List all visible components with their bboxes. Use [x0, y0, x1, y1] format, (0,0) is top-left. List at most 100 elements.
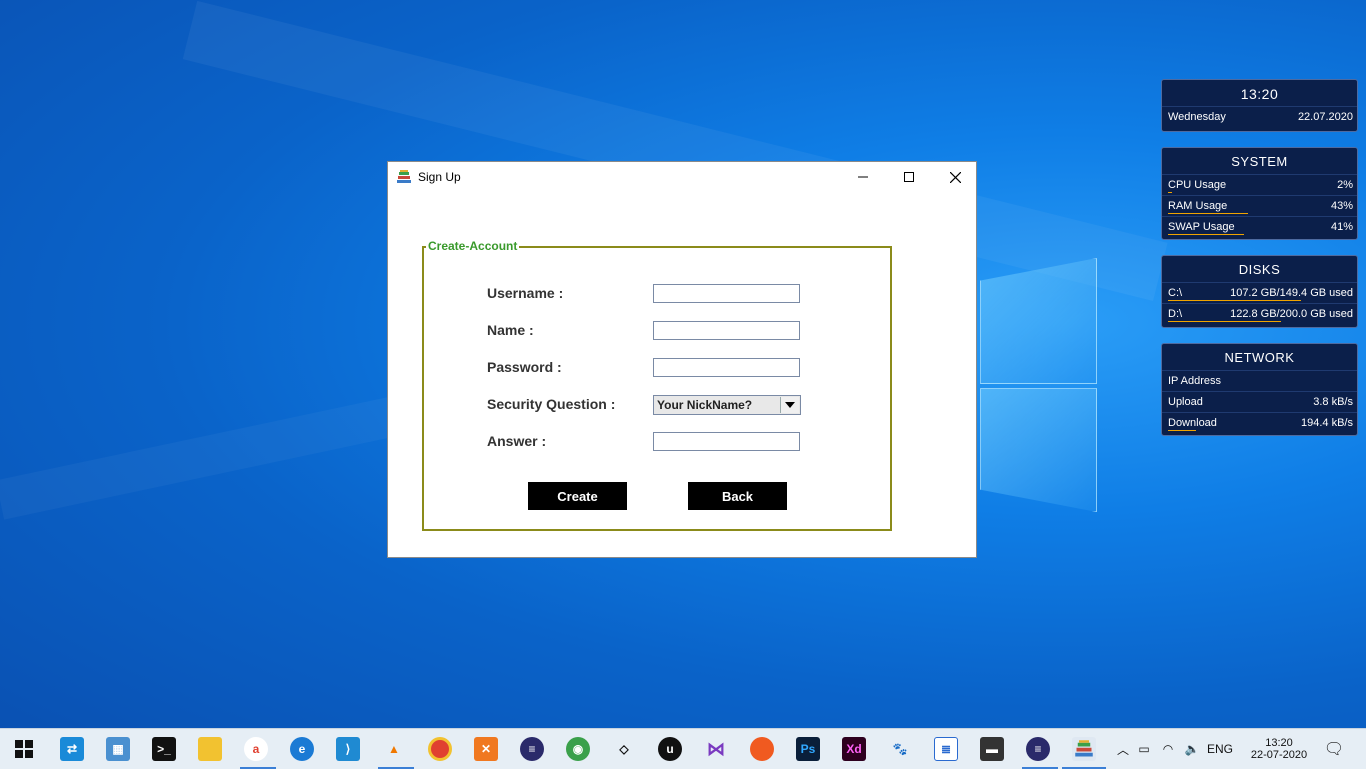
dropdown-arrow-icon[interactable]: [780, 397, 799, 413]
clock-day: Wednesday: [1168, 111, 1226, 123]
wifi-icon[interactable]: ◠: [1156, 742, 1180, 756]
disk-c-value: 107.2 GB/149.4 GB used: [1230, 287, 1353, 299]
system-tray: ︿ ▭ ◠ 🔈 ENG: [1114, 729, 1236, 769]
office-icon[interactable]: a: [244, 737, 268, 761]
terminal-icon[interactable]: >_: [152, 737, 176, 761]
windows-logo-pane-bottom: [980, 388, 1097, 512]
disks-title: DISKS: [1238, 262, 1281, 277]
window-title: Sign Up: [418, 170, 461, 184]
clock-gadget: 13:20 Wednesday 22.07.2020: [1161, 79, 1358, 132]
group-legend: Create-Account: [426, 239, 520, 253]
books-app-taskbar-icon[interactable]: [1072, 737, 1096, 761]
maximize-button[interactable]: [886, 162, 932, 192]
unreal-icon[interactable]: u: [658, 737, 682, 761]
taskbar: ⇄ ▦ >_ a e ⟩ ▲ ✕ ≡ ◉ ◇ u ⋈ Ps Xd 🐾 ≣ ▬ ≡…: [0, 728, 1366, 769]
eclipse-2-icon[interactable]: ≡: [1026, 737, 1050, 761]
username-label: Username :: [487, 285, 564, 301]
android-studio-icon[interactable]: ◉: [566, 737, 590, 761]
ram-usage-value: 43%: [1330, 200, 1353, 212]
system-title: SYSTEM: [1231, 154, 1288, 169]
windows-start-icon[interactable]: [12, 737, 36, 761]
minimize-icon: [858, 176, 868, 178]
language-indicator[interactable]: ENG: [1204, 742, 1236, 756]
disk-d-label: D:\: [1168, 308, 1183, 320]
swap-usage-label: SWAP Usage: [1168, 221, 1235, 233]
edge-icon[interactable]: e: [290, 737, 314, 761]
ram-usage-bar: [1168, 213, 1248, 214]
password-input[interactable]: [653, 358, 800, 377]
disk-c-bar: [1168, 300, 1301, 301]
windows-logo-pane-top: [980, 258, 1097, 384]
name-input[interactable]: [653, 321, 800, 340]
disk-c-label: C:\: [1168, 287, 1183, 299]
notification-icon[interactable]: 🗨: [1322, 729, 1346, 769]
sign-up-window: Sign Up Create-Account Username : Name :…: [387, 161, 977, 558]
ram-usage-row: RAM Usage 43%: [1162, 195, 1357, 216]
adobe-xd-icon[interactable]: Xd: [842, 737, 866, 761]
password-label: Password :: [487, 359, 562, 375]
create-button[interactable]: Create: [528, 482, 627, 510]
close-icon: [949, 171, 961, 183]
battery-icon[interactable]: ▭: [1132, 742, 1156, 756]
swap-usage-bar: [1168, 234, 1244, 235]
close-button[interactable]: [932, 162, 978, 192]
name-label: Name :: [487, 322, 534, 338]
network-title: NETWORK: [1224, 350, 1295, 365]
photoshop-icon[interactable]: Ps: [796, 737, 820, 761]
swap-usage-row: SWAP Usage 41%: [1162, 216, 1357, 237]
swap-usage-value: 41%: [1330, 221, 1353, 233]
username-input[interactable]: [653, 284, 800, 303]
title-bar[interactable]: Sign Up: [388, 162, 976, 192]
remote-desktop-icon[interactable]: ⇄: [60, 737, 84, 761]
ip-address-row: IP Address: [1162, 370, 1357, 391]
clock-date-row: Wednesday 22.07.2020: [1162, 106, 1357, 127]
clock-date: 22.07.2020: [1297, 111, 1353, 123]
cpu-usage-row: CPU Usage 2%: [1162, 174, 1357, 195]
volume-icon[interactable]: 🔈: [1180, 742, 1204, 756]
cpu-usage-value: 2%: [1337, 179, 1353, 191]
ram-usage-label: RAM Usage: [1168, 200, 1228, 212]
download-value: 194.4 kB/s: [1301, 417, 1353, 429]
notepad-icon[interactable]: ≣: [934, 737, 958, 761]
chrome-icon[interactable]: [428, 737, 452, 761]
upload-value: 3.8 kB/s: [1313, 396, 1353, 408]
maximize-icon: [904, 172, 914, 182]
eclipse-icon[interactable]: ≡: [520, 737, 544, 761]
cpu-usage-label: CPU Usage: [1168, 179, 1227, 191]
security-question-select[interactable]: Your NickName?: [653, 395, 801, 415]
file-explorer-icon[interactable]: [198, 737, 222, 761]
disk-d-bar: [1168, 321, 1281, 322]
cpu-usage-bar: [1168, 192, 1172, 193]
download-label: Download: [1168, 417, 1217, 429]
network-gadget: NETWORK IP Address Upload 3.8 kB/s Downl…: [1161, 343, 1358, 436]
books-app-icon: [397, 170, 411, 183]
unity-icon[interactable]: ◇: [612, 737, 636, 761]
gimp-icon[interactable]: 🐾: [888, 737, 912, 761]
disk-d-row: D:\ 122.8 GB/200.0 GB used: [1162, 303, 1357, 324]
disk-c-row: C:\ 107.2 GB/149.4 GB used: [1162, 282, 1357, 303]
security-question-label: Security Question :: [487, 396, 616, 412]
control-panel-icon[interactable]: ▦: [106, 737, 130, 761]
visual-studio-icon[interactable]: ⋈: [704, 737, 728, 761]
chevron-up-icon[interactable]: ︿: [1114, 741, 1132, 758]
disks-gadget: DISKS C:\ 107.2 GB/149.4 GB used D:\ 122…: [1161, 255, 1358, 328]
minimize-button[interactable]: [840, 162, 886, 192]
system-gadget: SYSTEM CPU Usage 2% RAM Usage 43% SWAP U…: [1161, 147, 1358, 240]
upload-label: Upload: [1168, 396, 1203, 408]
scanner-icon[interactable]: ▬: [980, 737, 1004, 761]
security-question-value: Your NickName?: [657, 398, 753, 412]
download-bar: [1168, 430, 1196, 431]
vscode-icon[interactable]: ⟩: [336, 737, 360, 761]
firefox-icon[interactable]: [750, 737, 774, 761]
ip-address-label: IP Address: [1168, 375, 1221, 387]
xampp-icon[interactable]: ✕: [474, 737, 498, 761]
upload-row: Upload 3.8 kB/s: [1162, 391, 1357, 412]
tray-time: 13:20: [1265, 737, 1293, 749]
tray-clock[interactable]: 13:20 22-07-2020: [1250, 729, 1308, 769]
back-button[interactable]: Back: [688, 482, 787, 510]
clock-time: 13:20: [1240, 86, 1279, 102]
download-row: Download 194.4 kB/s: [1162, 412, 1357, 433]
answer-input[interactable]: [653, 432, 800, 451]
answer-label: Answer :: [487, 433, 547, 449]
vlc-icon[interactable]: ▲: [382, 737, 406, 761]
